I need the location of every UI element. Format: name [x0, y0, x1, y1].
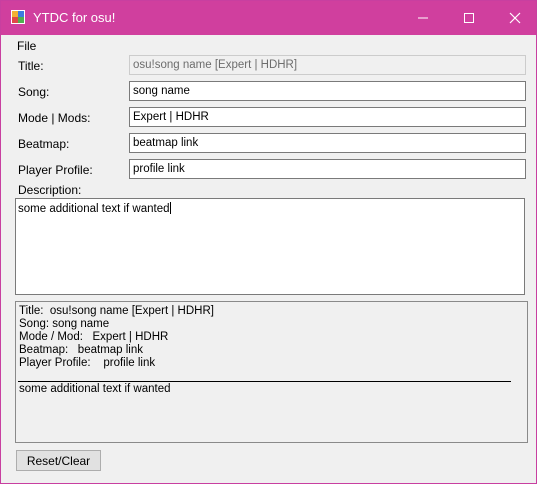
title-label: Title:	[18, 59, 44, 73]
player-profile-label: Player Profile:	[18, 163, 93, 177]
mode-mods-input[interactable]: Expert | HDHR	[129, 107, 526, 127]
close-icon	[509, 12, 521, 24]
menu-file[interactable]: File	[17, 39, 36, 53]
description-label: Description:	[18, 183, 82, 197]
beatmap-label: Beatmap:	[18, 137, 70, 151]
preview-description-line: some additional text if wanted	[19, 383, 171, 395]
app-icon	[11, 10, 25, 24]
mode-mods-label: Mode | Mods:	[18, 111, 91, 125]
song-label: Song:	[18, 85, 50, 99]
preview-song-line: Song: song name	[19, 318, 110, 330]
window-title: YTDC for osu!	[33, 10, 116, 25]
preview-beatmap-line: Beatmap: beatmap link	[19, 344, 144, 356]
maximize-icon	[464, 13, 474, 23]
preview-output[interactable]: Title: osu!song name [Expert | HDHR] Son…	[15, 301, 528, 443]
minimize-icon	[418, 17, 428, 19]
reset-clear-button[interactable]: Reset/Clear	[16, 450, 101, 471]
description-textarea[interactable]: some additional text if wanted	[15, 198, 525, 295]
preview-separator	[18, 381, 511, 382]
title-field: osu!song name [Expert | HDHR]	[129, 55, 526, 75]
beatmap-input[interactable]: beatmap link	[129, 133, 526, 153]
menu-bar: File	[1, 35, 536, 55]
title-bar[interactable]: YTDC for osu!	[1, 1, 536, 35]
preview-title-line: Title: osu!song name [Expert | HDHR]	[19, 305, 214, 317]
description-text: some additional text if wanted	[18, 203, 170, 215]
preview-profile-line: Player Profile: profile link	[19, 357, 156, 369]
player-profile-input[interactable]: profile link	[129, 159, 526, 179]
text-caret	[169, 202, 171, 214]
song-input[interactable]: song name	[129, 81, 526, 101]
close-button[interactable]	[492, 1, 536, 35]
minimize-button[interactable]	[400, 1, 446, 35]
maximize-button[interactable]	[446, 1, 492, 35]
preview-mode-line: Mode / Mod: Expert | HDHR	[19, 331, 169, 343]
app-window: YTDC for osu! File Title: osu!song name …	[0, 0, 537, 484]
